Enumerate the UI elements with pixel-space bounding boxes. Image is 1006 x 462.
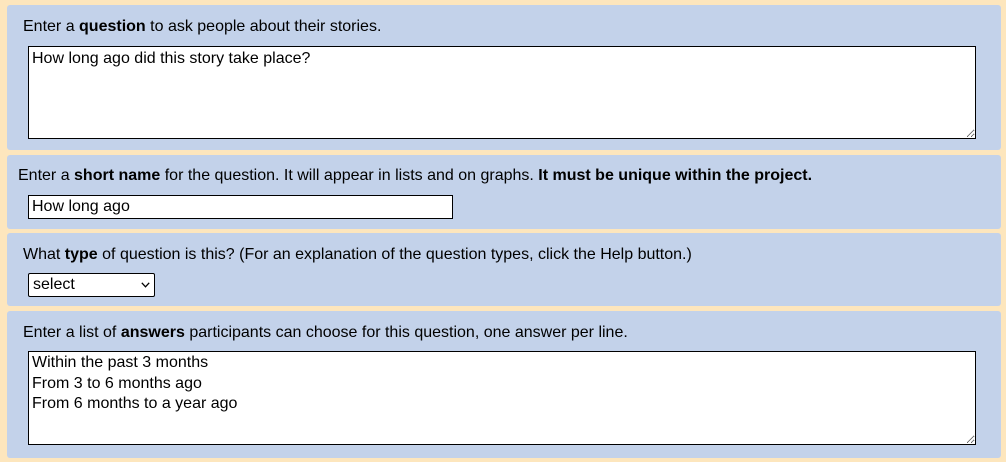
answers-panel: Enter a list of answers participants can… <box>7 311 1001 458</box>
type-prompt: What type of question is this? (For an e… <box>23 246 692 263</box>
question-panel: Enter a question to ask people about the… <box>7 5 1001 150</box>
short-name-panel: Enter a short name for the question. It … <box>7 155 1001 229</box>
question-prompt: Enter a question to ask people about the… <box>23 18 382 35</box>
type-panel: What type of question is this? (For an e… <box>7 233 1001 306</box>
short-name-prompt: Enter a short name for the question. It … <box>18 167 813 184</box>
answers-prompt: Enter a list of answers participants can… <box>23 324 628 341</box>
type-select[interactable]: select <box>28 273 155 297</box>
chevron-down-icon <box>141 282 150 288</box>
type-select-value: select <box>33 276 75 293</box>
short-name-input[interactable] <box>28 195 453 219</box>
question-textarea[interactable]: How long ago did this story take place? <box>28 46 976 139</box>
answers-textarea[interactable]: Within the past 3 months From 3 to 6 mon… <box>28 351 976 445</box>
